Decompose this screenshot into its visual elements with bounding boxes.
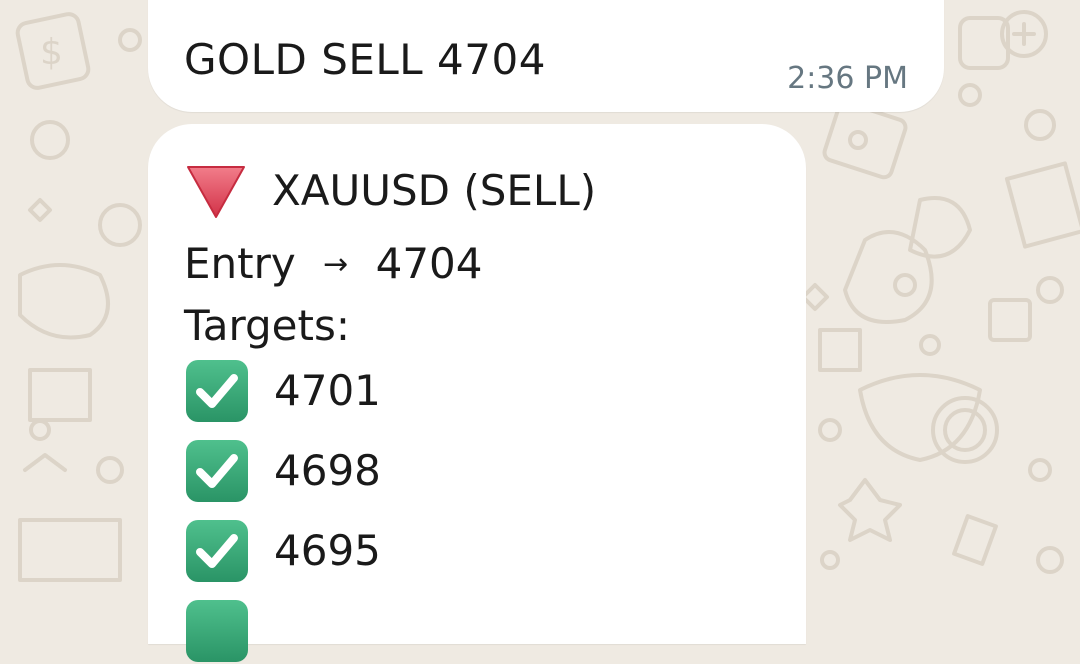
target-row: 4695: [184, 518, 381, 584]
signal-title: XAUUSD (SELL): [272, 166, 597, 215]
target-value: 4698: [274, 446, 381, 495]
svg-text:$: $: [40, 32, 63, 73]
green-check-box-icon: [186, 360, 248, 422]
entry-arrow: →: [323, 247, 349, 282]
entry-label: Entry: [184, 239, 296, 288]
target-value: 4695: [274, 526, 381, 575]
message-text: GOLD SELL 4704: [184, 35, 546, 84]
target-row: 4698: [184, 438, 381, 504]
green-check-box-icon: [186, 440, 248, 502]
entry-value: 4704: [375, 239, 483, 288]
signal-title-row: XAUUSD (SELL): [184, 158, 596, 224]
message-bubble-signal[interactable]: XAUUSD (SELL) Entry → 4704 Targets: 4701…: [148, 124, 806, 662]
green-check-box-icon: [186, 520, 248, 582]
target-row: 4701: [184, 358, 381, 424]
red-down-triangle-icon: [187, 166, 245, 218]
message-timestamp: 2:36 PM: [787, 61, 908, 96]
message-bubble-gold-sell[interactable]: GOLD SELL 4704 2:36 PM: [148, 0, 944, 112]
entry-line: Entry → 4704: [184, 240, 483, 293]
target-value: 4701: [274, 366, 381, 415]
targets-label: Targets:: [184, 301, 350, 350]
